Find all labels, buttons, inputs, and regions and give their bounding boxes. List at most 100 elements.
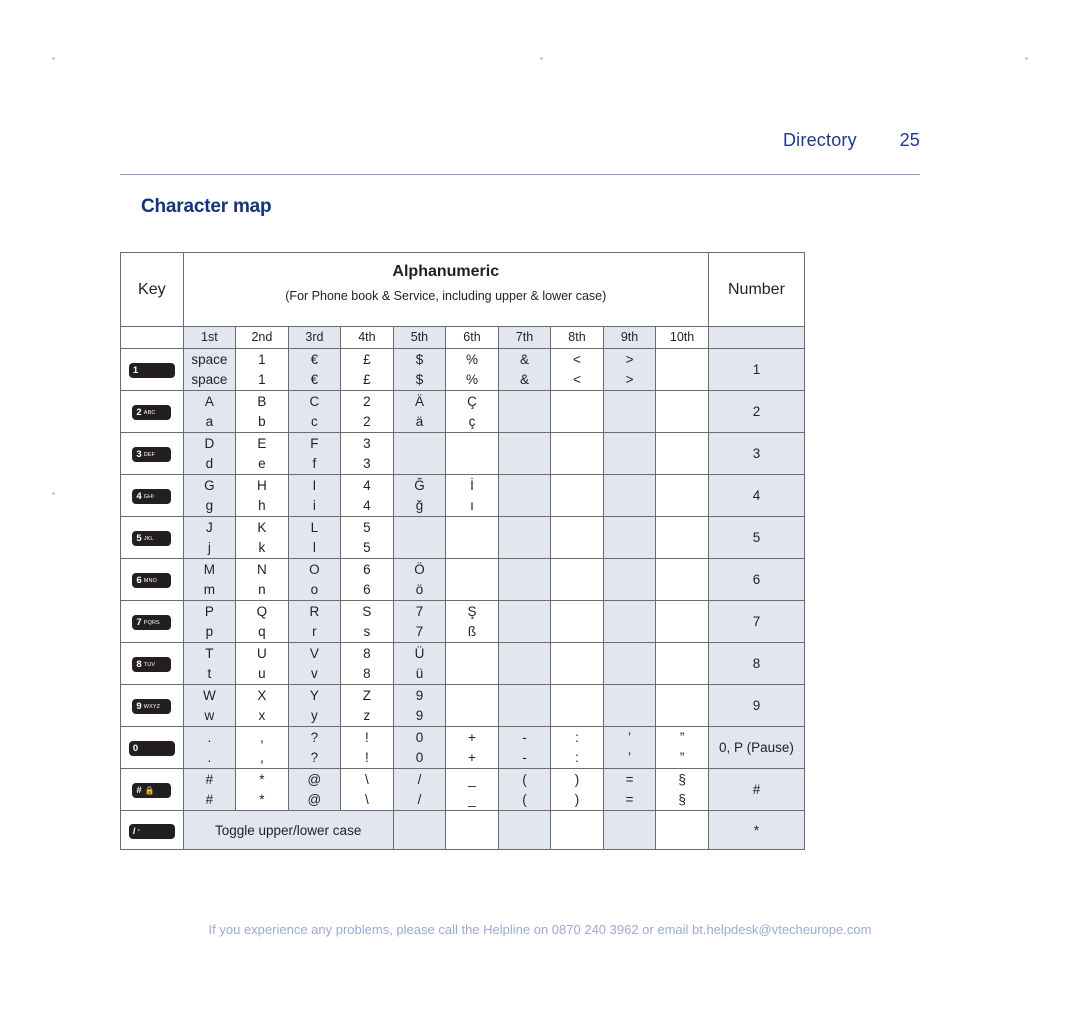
char-upper [499, 434, 551, 454]
char-lower [446, 664, 498, 684]
char-lower: ) [574, 791, 580, 807]
char-upper [656, 518, 708, 538]
char-cell: 99 [392, 684, 447, 727]
char-upper: = [625, 771, 634, 787]
char-upper: £ [363, 351, 371, 367]
char-cell: Ss [340, 600, 394, 643]
column-header-alphanumeric: Alphanumeric (For Phone book & Service, … [182, 252, 709, 327]
char-upper: O [309, 561, 320, 577]
char-cell: 66 [340, 558, 394, 601]
char-upper: < [573, 351, 581, 367]
char-cell [550, 432, 604, 475]
char-cell: .. [182, 726, 237, 769]
char-upper: 1 [258, 351, 266, 367]
number-cell: # [707, 768, 806, 811]
char-lower: % [465, 371, 478, 387]
char-lower: s [363, 623, 371, 639]
char-cell [550, 390, 604, 433]
char-cell [550, 516, 604, 559]
char-cell: \ \ [340, 768, 394, 811]
char-cell: Ee [235, 432, 289, 475]
char-upper: C [309, 393, 320, 409]
char-cell: Ğğ [392, 474, 447, 517]
char-cell [445, 558, 499, 601]
number-cell: 7 [707, 600, 806, 643]
char-cell [550, 558, 604, 601]
char-upper: . [207, 729, 212, 745]
char-cell [655, 474, 709, 517]
char-upper: D [204, 435, 215, 451]
column-header-key: Key [120, 252, 184, 327]
char-upper: 0 [415, 729, 424, 745]
char-lower [551, 412, 603, 432]
char-upper: 9 [415, 687, 424, 703]
char-lower [656, 622, 708, 642]
char-upper: Ä [414, 393, 424, 409]
char-upper: space [191, 351, 228, 367]
char-lower: * [259, 791, 265, 807]
char-lower [446, 454, 498, 474]
key-7-icon: 7 PQRS [132, 615, 172, 630]
crop-mark-top-left [52, 57, 55, 60]
char-upper: % [465, 351, 478, 367]
char-cell [602, 474, 657, 517]
char-lower [551, 622, 603, 642]
char-cell: Dd [182, 432, 237, 475]
char-upper: M [203, 561, 215, 577]
key-star-icon: / * [128, 823, 175, 839]
char-cell: & & [497, 348, 552, 391]
table-row: 1 space space 1 1 € € £ £ $ $%% & & < < > > 1 [120, 348, 806, 391]
char-cell: 00 [392, 726, 447, 769]
char-cell [655, 642, 709, 685]
char-lower: a [205, 413, 214, 429]
char-cell: 22 [340, 390, 394, 433]
char-lower: 5 [363, 539, 371, 555]
char-upper: V [309, 645, 319, 661]
key-glyph-number: 2 [136, 407, 142, 418]
key-hash-icon: # 🔒 [132, 783, 172, 798]
char-upper: 8 [363, 645, 371, 661]
table-row: 5 JKL Jj Kk Ll 5 5 5 [120, 516, 806, 559]
key-8-icon: 8 TUV [132, 657, 172, 672]
key-cell-key-2: 2 ABC [120, 390, 184, 433]
char-lower: v [311, 665, 318, 681]
char-cell: %% [445, 348, 499, 391]
ordinal-header-3: 3rd [287, 326, 342, 349]
key-2-icon: 2 ABC [132, 405, 172, 420]
char-lower: 0 [415, 749, 424, 765]
key-cell-key-hash: # 🔒 [120, 768, 184, 811]
char-upper [551, 560, 603, 580]
char-upper [394, 434, 446, 454]
char-lower: x [258, 707, 266, 723]
char-cell: Qq [235, 600, 289, 643]
char-upper: A [204, 393, 214, 409]
crop-mark-middle-left [52, 492, 55, 495]
char-upper [604, 602, 656, 622]
char-lower: t [207, 665, 212, 681]
key-5-icon: 5 JKL [132, 531, 172, 546]
char-upper: Ö [414, 561, 425, 577]
char-lower: z [363, 707, 371, 723]
ordinal-header-9: 9th [602, 326, 657, 349]
key-cell-key-9: 9 WXYZ [120, 684, 184, 727]
char-lower [499, 664, 551, 684]
char-upper: , [260, 729, 264, 745]
char-lower [656, 580, 708, 600]
char-lower [499, 622, 551, 642]
char-lower [656, 412, 708, 432]
char-upper: 3 [363, 435, 371, 451]
char-cell: ?? [287, 726, 342, 769]
ordinal-header-7: 7th [497, 326, 552, 349]
key-cell-key-7: 7 PQRS [120, 600, 184, 643]
char-lower: u [258, 665, 266, 681]
char-lower: 1 [258, 371, 266, 387]
number-cell: 0, P (Pause) [707, 726, 806, 769]
char-cell: < < [550, 348, 604, 391]
char-lower [499, 412, 551, 432]
char-lower: _ [468, 791, 476, 807]
table-head: Key Alphanumeric (For Phone book & Servi… [120, 252, 806, 349]
char-cell: / / [392, 768, 447, 811]
char-upper: § [678, 771, 686, 787]
table-row: # 🔒 # # * * @ @ \ \ / / _ _(()) = = § § # [120, 768, 806, 811]
char-lower: 3 [363, 455, 371, 471]
